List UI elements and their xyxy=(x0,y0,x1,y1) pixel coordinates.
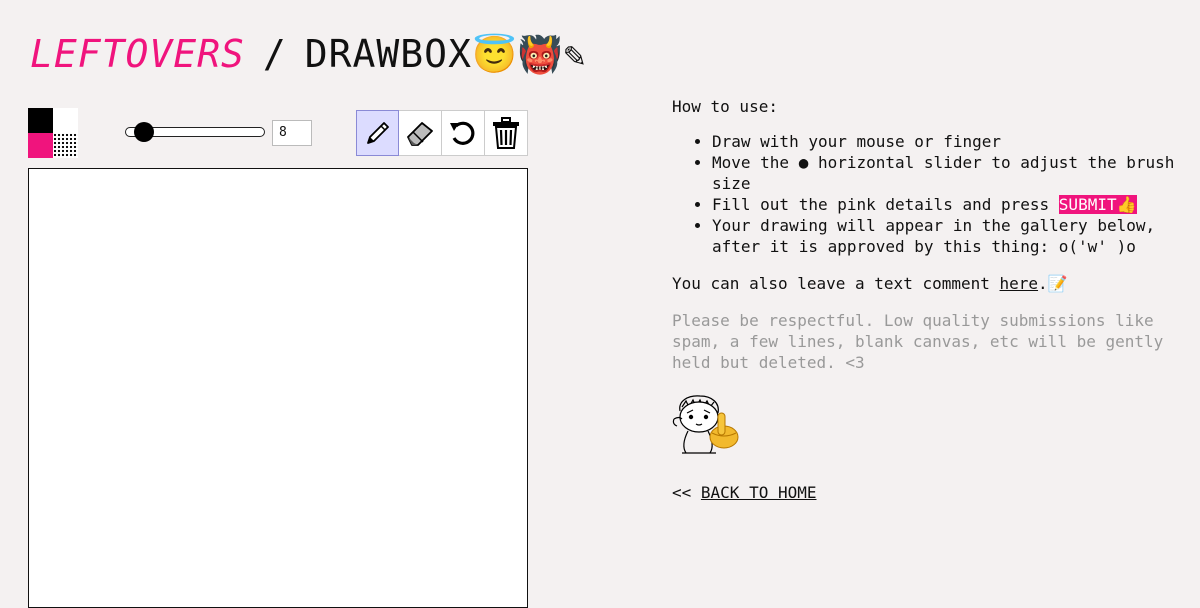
comment-prefix: You can also leave a text comment xyxy=(672,274,1000,293)
mascot-image xyxy=(672,395,739,454)
page-title: LEFTOVERS / DRAWBOX😇👹✎ xyxy=(30,30,586,80)
list-item: Draw with your mouse or finger xyxy=(712,131,1182,152)
back-to-home-link[interactable]: BACK TO HOME xyxy=(701,483,817,502)
color-palette xyxy=(28,108,78,158)
color-swatch-dotted[interactable] xyxy=(53,133,78,158)
title-separator: / xyxy=(262,32,287,76)
color-swatch-pink[interactable] xyxy=(28,133,53,158)
instructions-panel: How to use: Draw with your mouse or fing… xyxy=(672,96,1182,503)
instructions-heading: How to use: xyxy=(672,97,778,116)
comment-suffix: .📝 xyxy=(1038,274,1068,293)
comment-link[interactable]: here xyxy=(1000,274,1039,293)
brand-logo[interactable]: LEFTOVERS xyxy=(30,32,245,76)
clear-tool-button[interactable] xyxy=(485,110,528,156)
submit-label: SUBMIT👍 xyxy=(1058,195,1137,214)
list-item: Move the ● horizontal slider to adjust t… xyxy=(712,152,1182,194)
pencil-tool-button[interactable] xyxy=(356,110,399,156)
instructions-list: Draw with your mouse or finger Move the … xyxy=(672,131,1182,257)
eraser-icon xyxy=(407,122,433,146)
respect-note: Please be respectful. Low quality submis… xyxy=(672,311,1164,372)
page-title-text: DRAWBOX xyxy=(304,32,472,76)
pencil-icon xyxy=(366,122,389,144)
angel-emoji: 😇 xyxy=(471,35,518,76)
undo-tool-button[interactable] xyxy=(442,110,485,156)
color-swatch-black[interactable] xyxy=(28,108,53,133)
list-item-text: Fill out the pink details and press xyxy=(712,195,1050,214)
eraser-tool-button[interactable] xyxy=(399,110,442,156)
trash-icon xyxy=(493,117,519,149)
color-swatch-white[interactable] xyxy=(53,108,78,133)
ogre-emoji: 👹 xyxy=(517,35,564,76)
undo-icon xyxy=(450,121,475,145)
brush-size-slider[interactable] xyxy=(125,122,265,142)
tool-bar xyxy=(356,110,528,156)
drawing-canvas[interactable] xyxy=(28,168,528,608)
back-prefix: << xyxy=(672,483,701,502)
list-item: Fill out the pink details and press SUBM… xyxy=(712,194,1182,215)
pencil-emoji: ✎ xyxy=(563,35,587,76)
slider-knob[interactable] xyxy=(134,122,155,142)
comment-line: You can also leave a text comment here.📝 xyxy=(672,273,1182,294)
brush-size-input[interactable]: 8 xyxy=(272,120,312,146)
list-item: Your drawing will appear in the gallery … xyxy=(712,215,1182,257)
back-line: << BACK TO HOME xyxy=(672,482,1182,503)
